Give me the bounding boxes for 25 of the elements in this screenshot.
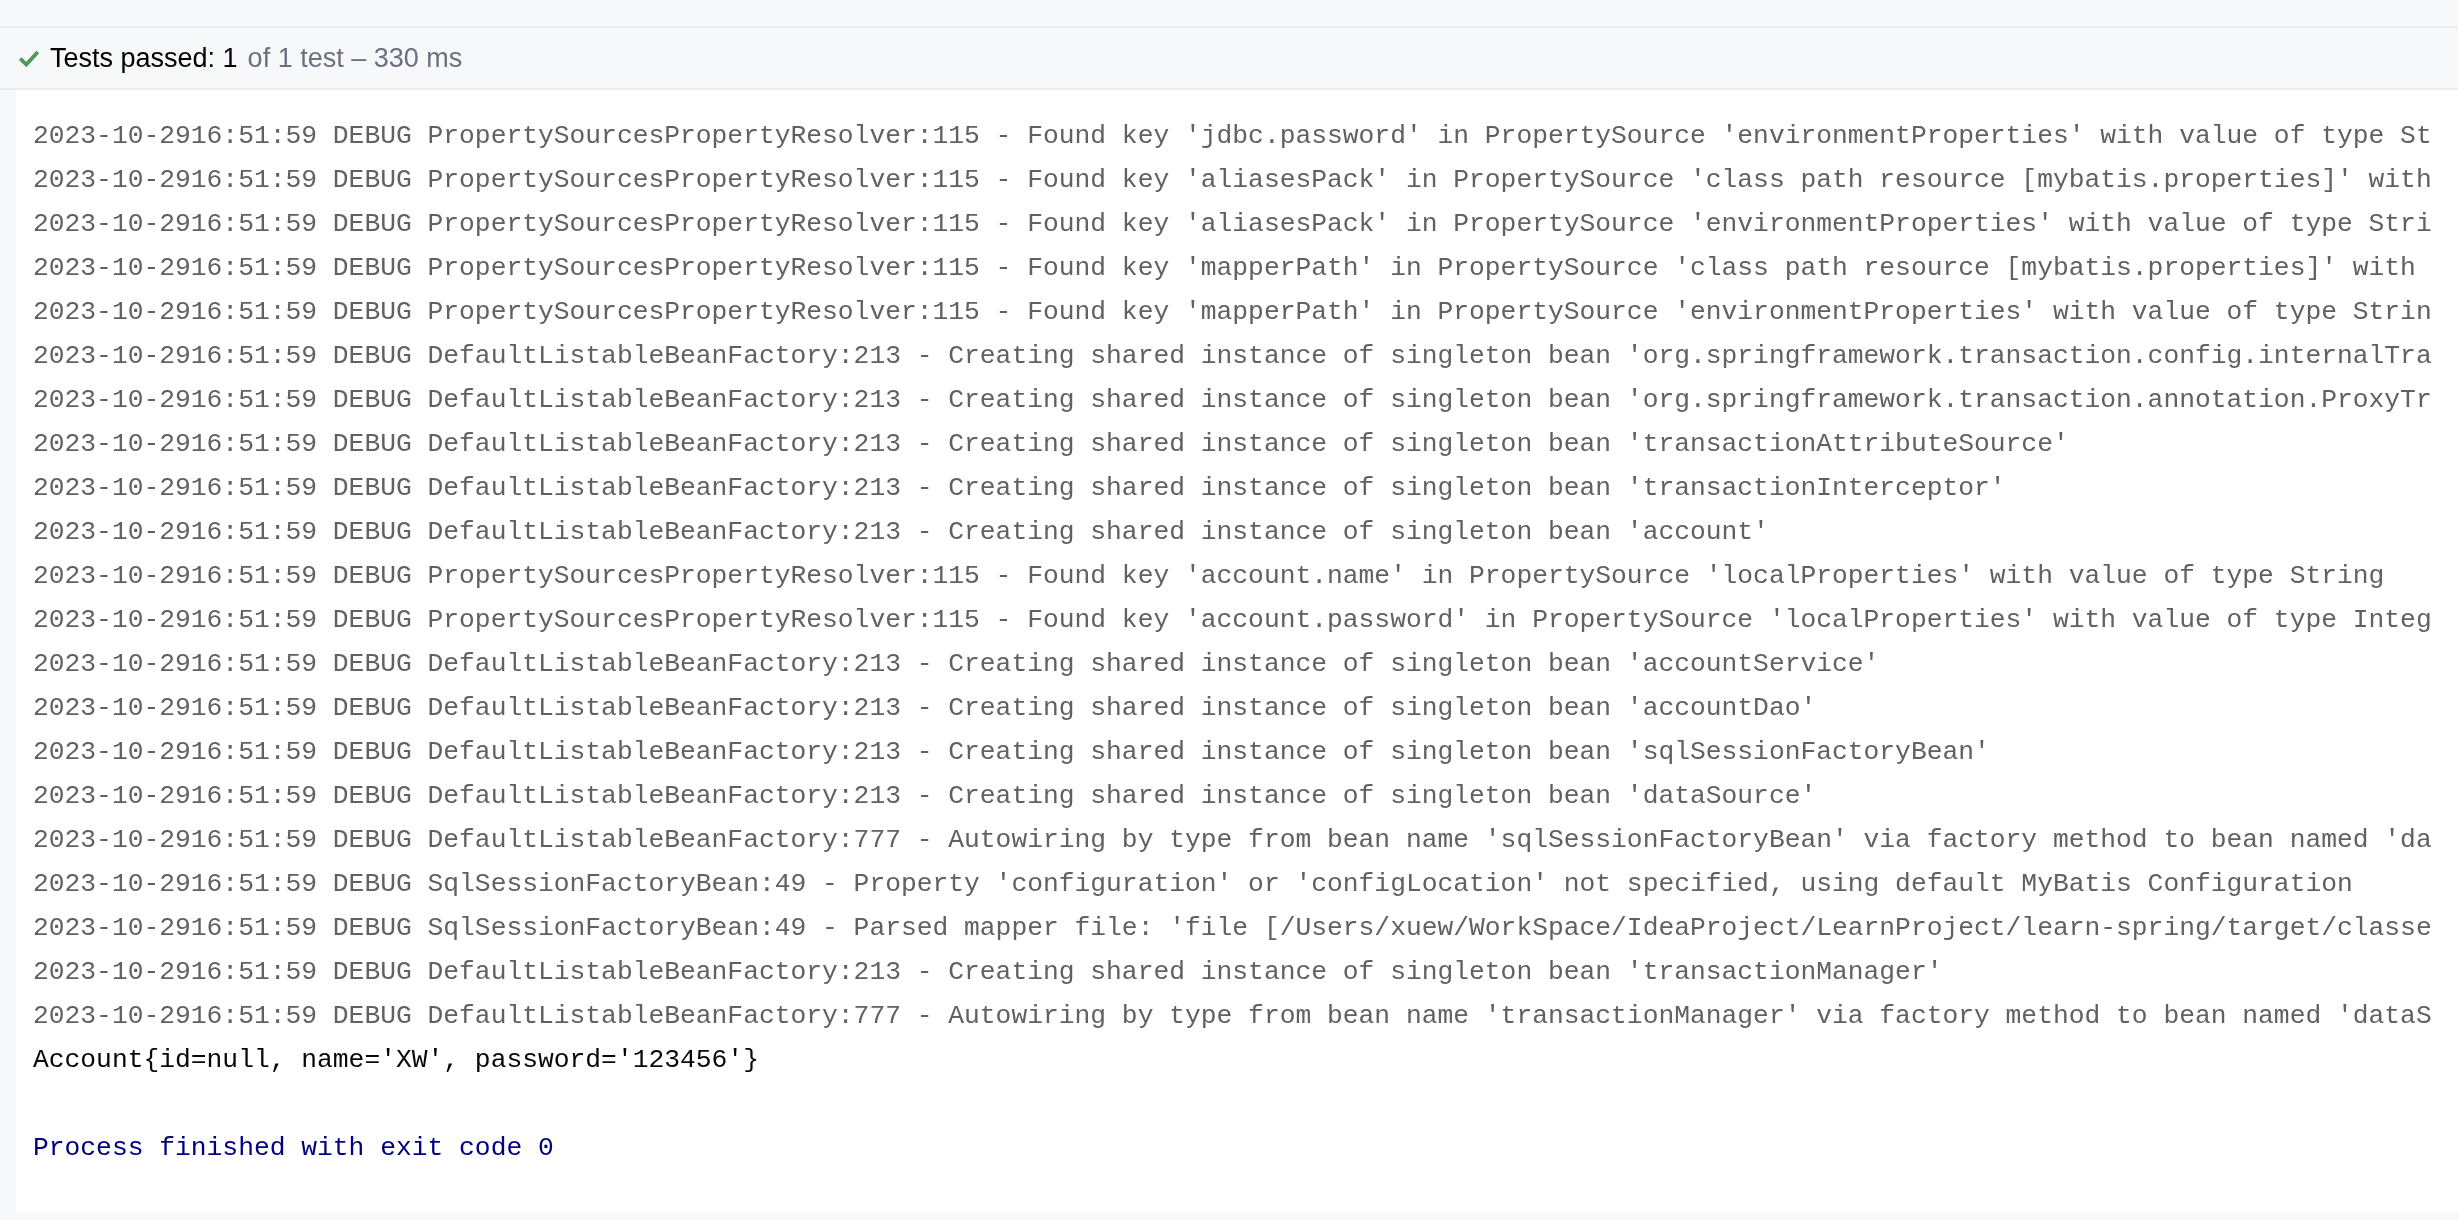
console-line: Account{id=null, name='XW', password='123456'} — [33, 1044, 760, 1077]
console-line: 2023-10-2916:51:59 DEBUG PropertySourcesPropertyResolver:115 - Found key 'mapperPath' in PropertySource 'environmentProperties' with value of type Strin — [33, 296, 2433, 329]
console-line: 2023-10-2916:51:59 DEBUG DefaultListableBeanFactory:213 - Creating shared instance of singleton bean 'org.springframework.transaction.annotation.ProxyTr — [33, 384, 2433, 417]
console-line: 2023-10-2916:51:59 DEBUG DefaultListableBeanFactory:777 - Autowiring by type from bean name 'transactionManager' via factory method to bean named 'dataS — [33, 1000, 2433, 1033]
status-detail: of 1 test – 330 ms — [247, 42, 463, 74]
console-line: 2023-10-2916:51:59 DEBUG DefaultListableBeanFactory:213 - Creating shared instance of singleton bean 'accountService' — [33, 648, 1881, 681]
console-line: 2023-10-2916:51:59 DEBUG DefaultListableBeanFactory:213 - Creating shared instance of singleton bean 'sqlSessionFactoryBean' — [33, 736, 1991, 769]
console-line: 2023-10-2916:51:59 DEBUG SqlSessionFactoryBean:49 - Parsed mapper file: 'file [/Users/xuew/WorkSpace/IdeaProject/LearnProject/learn-spring/target/classe — [33, 912, 2433, 945]
console-line: 2023-10-2916:51:59 DEBUG DefaultListableBeanFactory:213 - Creating shared instance of singleton bean 'transactionInterceptor' — [33, 472, 2007, 505]
console-line: 2023-10-2916:51:59 DEBUG PropertySourcesPropertyResolver:115 - Found key 'jdbc.password' in PropertySource 'environmentProperties' with value of type St — [33, 120, 2433, 153]
console-line: 2023-10-2916:51:59 DEBUG SqlSessionFactoryBean:49 - Property 'configuration' or 'configLocation' not specified, using default MyBatis Configuration — [33, 868, 2354, 901]
status-label: Tests passed: 1 — [50, 42, 238, 74]
console-line: 2023-10-2916:51:59 DEBUG DefaultListableBeanFactory:213 - Creating shared instance of singleton bean 'org.springframework.transaction.config.internalTra — [33, 340, 2433, 373]
console-line: 2023-10-2916:51:59 DEBUG PropertySourcesPropertyResolver:115 - Found key 'account.password' in PropertySource 'localProperties' with value of type Integ — [33, 604, 2433, 637]
console-line: 2023-10-2916:51:59 DEBUG DefaultListableBeanFactory:213 - Creating shared instance of singleton bean 'dataSource' — [33, 780, 1818, 813]
console-line: 2023-10-2916:51:59 DEBUG DefaultListableBeanFactory:213 - Creating shared instance of singleton bean 'transactionAttributeSource' — [33, 428, 2070, 461]
console-line: 2023-10-2916:51:59 DEBUG DefaultListableBeanFactory:213 - Creating shared instance of singleton bean 'transactionManager' — [33, 956, 1944, 989]
console-line: 2023-10-2916:51:59 DEBUG DefaultListableBeanFactory:777 - Autowiring by type from bean name 'sqlSessionFactoryBean' via factory method to bean named 'da — [33, 824, 2433, 857]
console-line: Process finished with exit code 0 — [33, 1132, 555, 1165]
console-line: 2023-10-2916:51:59 DEBUG DefaultListableBeanFactory:213 - Creating shared instance of singleton bean 'accountDao' — [33, 692, 1818, 725]
console-line: 2023-10-2916:51:59 DEBUG PropertySourcesPropertyResolver:115 - Found key 'aliasesPack' in PropertySource 'class path resource [mybatis.properties]' with — [33, 164, 2433, 197]
console-line: 2023-10-2916:51:59 DEBUG DefaultListableBeanFactory:213 - Creating shared instance of singleton bean 'account' — [33, 516, 1770, 549]
console-line: 2023-10-2916:51:59 DEBUG PropertySourcesPropertyResolver:115 - Found key 'mapperPath' in PropertySource 'class path resource [mybatis.properties]' with — [33, 252, 2417, 285]
console-line: 2023-10-2916:51:59 DEBUG PropertySourcesPropertyResolver:115 - Found key 'account.name' in PropertySource 'localProperties' with value of type String — [33, 560, 2386, 593]
console-line: 2023-10-2916:51:59 DEBUG PropertySourcesPropertyResolver:115 - Found key 'aliasesPack' in PropertySource 'environmentProperties' with value of type Stri — [33, 208, 2433, 241]
